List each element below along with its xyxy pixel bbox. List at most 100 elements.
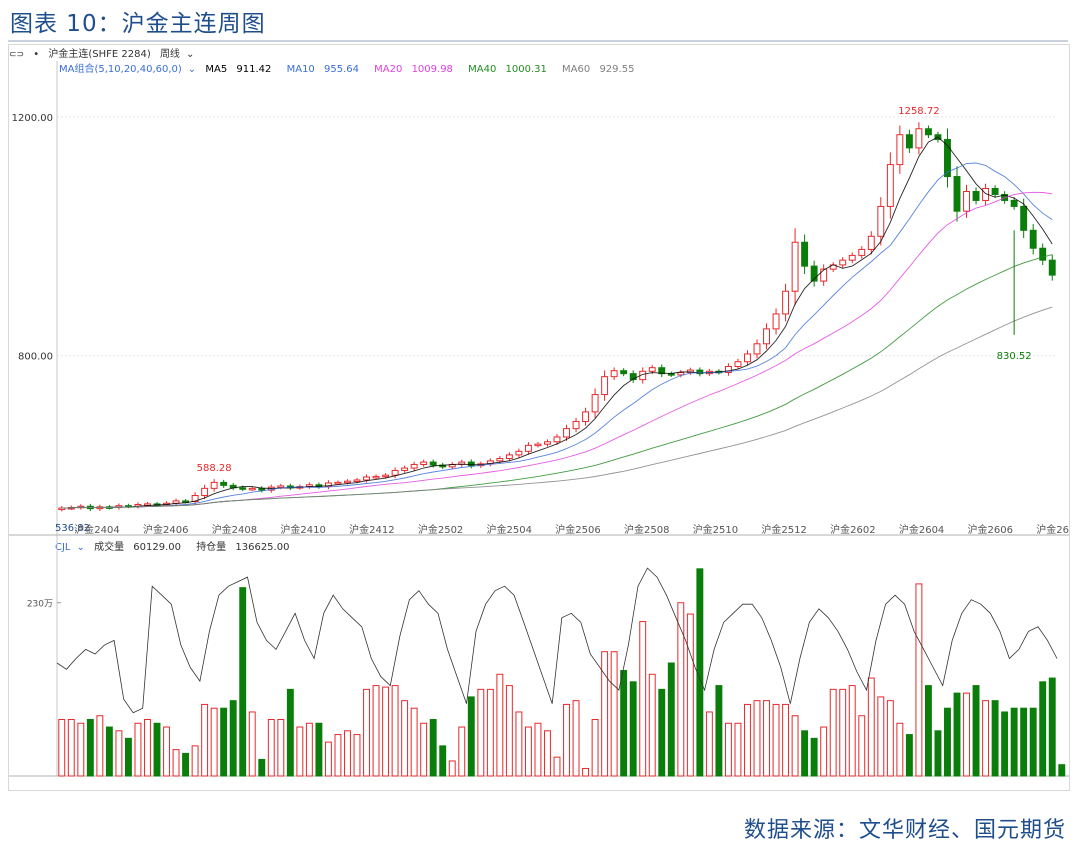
volume-bar — [572, 700, 580, 777]
candle-body — [544, 441, 551, 445]
candle-body — [744, 353, 751, 363]
volume-bar — [944, 707, 951, 777]
candle-body — [848, 254, 856, 261]
volume-bar — [420, 722, 428, 777]
volume-bar — [67, 719, 75, 777]
x-tick-label: 沪金2508 — [624, 523, 669, 536]
volume-bar — [696, 568, 704, 777]
title-rule — [8, 40, 1068, 42]
volume-bar — [210, 707, 218, 777]
volume-bar — [401, 700, 409, 777]
candle-body — [534, 443, 542, 447]
candle-body — [801, 241, 809, 267]
candle-body — [591, 394, 599, 413]
candle-body — [344, 480, 351, 484]
volume-bar — [334, 734, 342, 777]
high-annotation: 1258.72 — [898, 106, 939, 117]
volume-bar — [458, 726, 466, 777]
volume-bar — [353, 734, 361, 777]
candle-body — [1020, 205, 1028, 231]
volume-bar — [867, 677, 875, 777]
volume-bar — [810, 737, 818, 777]
volume-bar — [534, 722, 542, 777]
volume-bar — [382, 686, 390, 777]
chart-panel: ⊂⊃ • 沪金主连(SHFE 2284) 周线 ⌄ MA组合(5,10,20,40… — [8, 44, 1070, 791]
volume-bar — [477, 688, 485, 777]
volume-bar — [286, 688, 294, 777]
volume-bar — [201, 703, 209, 777]
volume-bar — [591, 719, 599, 777]
volume-bar — [496, 673, 504, 777]
candle-body — [515, 450, 523, 456]
volume-bar — [544, 730, 551, 777]
volume-bar — [96, 715, 104, 777]
local-high-annotation: 588.28 — [197, 463, 232, 474]
volume-bar — [715, 685, 723, 777]
volume-bar — [1020, 707, 1028, 777]
candle-body — [972, 190, 980, 201]
volume-bar — [734, 722, 742, 777]
candle-body — [772, 313, 780, 330]
volume-bar — [963, 692, 970, 777]
candle-body — [220, 481, 228, 486]
volume-bar — [915, 583, 923, 777]
volume-bar — [86, 719, 94, 777]
candle-body — [553, 436, 561, 443]
volume-bar — [363, 688, 370, 777]
candle-body — [353, 479, 361, 482]
candle-body — [277, 485, 285, 488]
volume-bar — [629, 681, 637, 777]
volume-bar — [315, 722, 323, 777]
volume-bar — [505, 685, 513, 777]
volume-bar — [324, 741, 332, 777]
ma20-line — [61, 191, 1053, 509]
candle-body — [963, 190, 970, 212]
candle-body — [886, 164, 894, 207]
volume-bar — [229, 700, 237, 777]
volume-bar — [248, 711, 256, 777]
volume-bar — [153, 722, 161, 777]
y-tick-label: 1200.00 — [12, 113, 53, 124]
volume-bar — [124, 737, 132, 777]
volume-bar — [886, 700, 894, 777]
volume-bar — [1058, 764, 1066, 777]
volume-bar — [658, 688, 666, 777]
volume-bar — [439, 745, 447, 777]
y-tick-label: 800.00 — [18, 352, 53, 363]
volume-bar — [620, 670, 628, 777]
candle-body — [648, 367, 656, 372]
volume-bar — [258, 758, 266, 777]
candlestick-chart[interactable]: 1200.00800.001258.72588.28830.52536.82沪金… — [9, 45, 1069, 790]
candle-body — [496, 457, 504, 462]
x-tick-label: 沪金2510 — [693, 523, 738, 536]
volume-bar — [791, 715, 799, 777]
volume-bar — [305, 722, 313, 777]
candle-body — [505, 454, 513, 459]
volume-bar — [277, 719, 285, 777]
volume-bar — [648, 673, 656, 777]
volume-bar — [772, 703, 780, 777]
volume-bar — [705, 711, 713, 777]
volume-scale-label: 230万 — [27, 600, 53, 610]
volume-bar — [239, 587, 247, 777]
candle-body — [382, 474, 390, 478]
candle-body — [610, 370, 618, 378]
volume-bar — [296, 726, 304, 777]
volume-bar — [763, 700, 770, 777]
candle-body — [410, 463, 418, 469]
volume-bar — [467, 696, 475, 777]
x-tick-label: 沪金2406 — [143, 523, 188, 536]
candle-body — [867, 235, 875, 250]
volume-bar — [372, 685, 380, 777]
x-tick-label: 沪金2408 — [212, 523, 257, 536]
source-note: 数据来源：文华财经、国元期货 — [743, 818, 1066, 843]
volume-bar — [524, 726, 532, 777]
volume-bar — [172, 749, 180, 777]
candle-body — [915, 128, 923, 149]
candle-body — [620, 370, 628, 375]
volume-bar — [610, 651, 618, 777]
x-tick-label: 沪金2502 — [418, 523, 463, 536]
x-tick-label: 沪金2602 — [830, 523, 875, 536]
volume-bar — [953, 692, 961, 777]
volume-bar — [982, 700, 990, 777]
